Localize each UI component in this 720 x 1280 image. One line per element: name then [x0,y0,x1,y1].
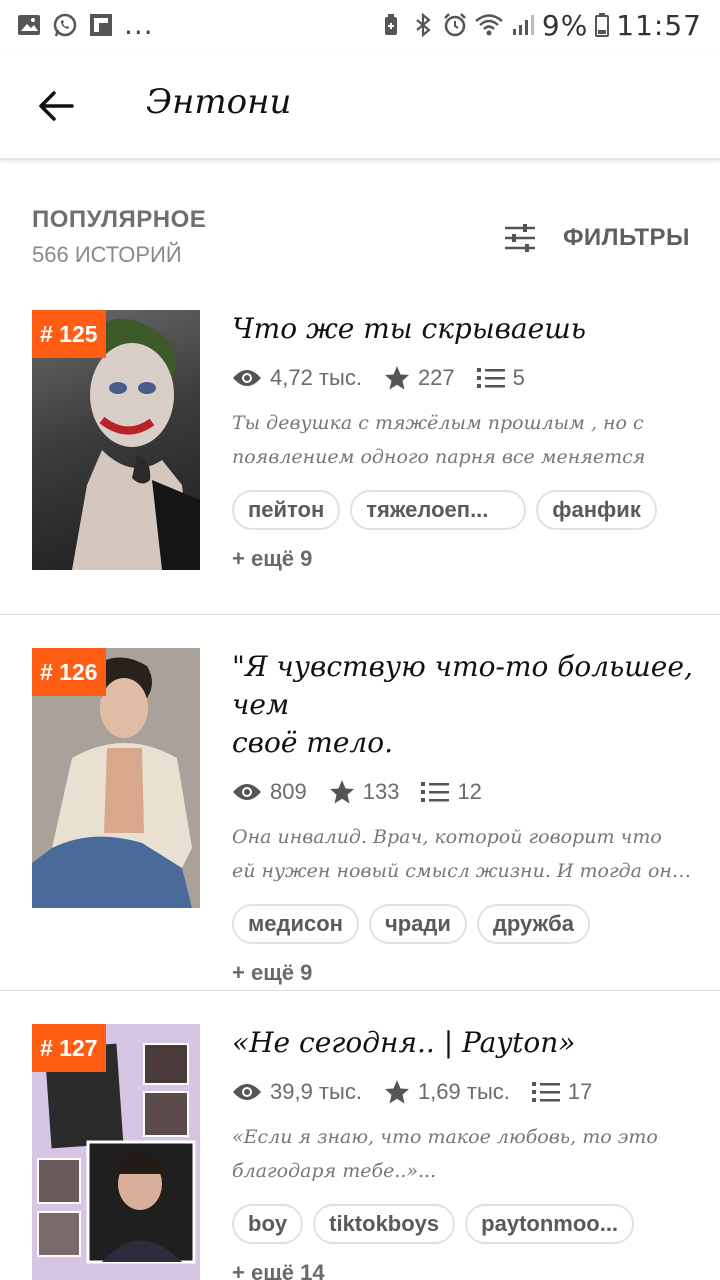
tag-list: медисон чради дружба [232,904,694,944]
story-description-line: появлением одного парня все меняется [232,446,646,468]
alarm-icon [443,13,466,37]
views-stat: 4,72 тыс. [232,365,362,391]
title-line: Что же ты скрываешь [232,312,586,345]
filter-sliders-icon [504,224,535,252]
tag-chip[interactable]: дружба [476,904,590,944]
title-line: своё тело. [232,726,394,759]
story-title[interactable]: "Я чувствую что-то большее, чем своё тел… [232,648,694,762]
story-title[interactable]: «Не сегодня.. | Payton» [232,1024,694,1062]
views-stat: 39,9 тыс. [232,1079,362,1105]
story-stats: 809 133 12 [232,772,694,812]
story-description-line: благодаря тебе..»... [232,1160,437,1182]
wifi-icon [475,14,503,36]
story-item[interactable]: # 127 «Не сегодня.. | Payton» 39,9 тыс. … [0,1024,720,1280]
story-description-line: Ты девушка с тяжёлым прошлым , но с [232,412,644,434]
votes-count: 1,69 тыс. [417,1079,510,1104]
whatsapp-icon [53,13,77,37]
tag-chip[interactable]: tiktokboys [313,1204,456,1244]
parts-count: 17 [567,1079,593,1104]
story-stats: 39,9 тыс. 1,69 тыс. 17 [232,1072,694,1112]
divider [0,614,720,615]
tag-chip[interactable]: тяжелоеп... [350,490,527,530]
views-count: 4,72 тыс. [270,365,362,390]
parts-stat: 5 [476,365,525,391]
views-stat: 809 [232,779,307,805]
more-tags-link[interactable]: + ещё 9 [232,960,694,986]
divider [0,990,720,991]
parts-stat: 12 [421,779,482,805]
eye-icon [233,784,261,800]
signal-icon [512,15,534,35]
rank-badge: # 125 [32,310,106,358]
story-description-line: «Если я знаю, что такое любовь, то это [232,1126,658,1148]
parts-count: 5 [512,365,525,390]
parts-stat: 17 [531,1079,593,1105]
list-icon [531,1082,560,1102]
section-header: ПОПУЛЯРНОЕ 566 ИСТОРИЙ ФИЛЬТРЫ [0,200,720,280]
more-tags-link[interactable]: + ещё 9 [232,546,694,572]
votes-stat: 133 [329,779,400,805]
views-count: 39,9 тыс. [270,1079,362,1104]
story-details: «Не сегодня.. | Payton» 39,9 тыс. 1,69 т… [232,1024,694,1280]
story-title[interactable]: Что же ты скрываешь [232,310,694,348]
battery-icon [595,13,610,37]
views-count: 809 [270,779,307,804]
story-item[interactable]: # 125 Что же ты скрываешь 4,72 тыс. 227 … [0,310,720,610]
battery-percent: 9% [541,8,589,42]
votes-stat: 1,69 тыс. [384,1079,510,1105]
star-icon [384,366,409,390]
story-stats: 4,72 тыс. 227 5 [232,358,694,398]
clock: 11:57 [616,8,702,42]
gallery-icon [18,15,40,35]
star-icon [384,1080,409,1104]
votes-stat: 227 [384,365,455,391]
tag-chip[interactable]: медисон [232,904,359,944]
list-icon [421,782,450,802]
story-count: 566 ИСТОРИЙ [32,242,182,267]
flipboard-icon [90,14,112,36]
status-notifications: ... [16,8,154,42]
story-details: "Я чувствую что-то большее, чем своё тел… [232,648,694,986]
bluetooth-icon [416,12,431,38]
more-tags-link[interactable]: + ещё 14 [232,1260,694,1280]
title-line: "Я чувствую что-то большее, чем [232,650,693,721]
status-bar: ... 9% 11:57 [0,0,720,52]
title-line: «Не сегодня.. | Payton» [232,1026,576,1059]
story-description-line: Она инвалид. Врач, которой говорит что [232,826,662,848]
status-system: 9% 11:57 [378,8,702,42]
tag-chip[interactable]: paytonmoo... [465,1204,635,1244]
tag-list: boy tiktokboys paytonmoo... [232,1204,694,1244]
tag-chip[interactable]: пейтон [232,490,341,530]
arrow-back-icon [39,91,74,121]
filters-label: ФИЛЬТРЫ [562,224,690,251]
tag-chip[interactable]: чради [368,904,467,944]
votes-count: 227 [417,365,455,390]
tag-chip[interactable]: boy [232,1204,304,1244]
filters-button[interactable]: ФИЛЬТРЫ [503,220,690,256]
story-details: Что же ты скрываешь 4,72 тыс. 227 5 Ты д… [232,310,694,572]
story-item[interactable]: # 126 "Я чувствую что-то большее, чем св… [0,648,720,985]
rank-badge: # 127 [32,1024,106,1072]
story-description-line: ей нужен новый смысл жизни. И тогда она … [232,860,694,882]
status-overflow: ... [124,8,154,41]
rank-badge: # 126 [32,648,106,696]
star-icon [329,780,354,804]
tag-chip[interactable]: фанфик [536,490,657,530]
page-title: Энтони [146,82,292,122]
story-cover[interactable]: # 127 [32,1024,200,1280]
votes-count: 133 [362,779,400,804]
list-icon [476,368,505,388]
tag-list: пейтон тяжелоеп... фанфик [232,490,694,530]
section-title: ПОПУЛЯРНОЕ [32,206,207,233]
eye-icon [233,370,261,386]
story-cover[interactable]: # 126 [32,648,200,908]
story-cover[interactable]: # 125 [32,310,200,570]
back-button[interactable] [26,78,86,134]
parts-count: 12 [457,779,482,804]
app-bar: Энтони [0,52,720,160]
battery-saver-icon [384,14,397,35]
eye-icon [233,1084,261,1100]
